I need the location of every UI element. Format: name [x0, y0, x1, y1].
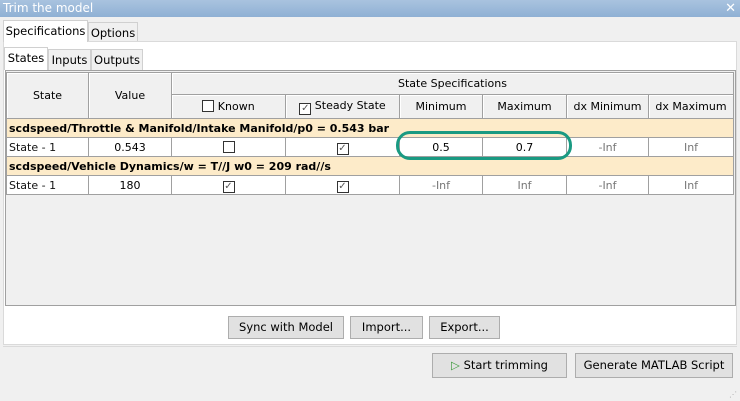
dx-minimum-cell[interactable]: -Inf: [566, 137, 649, 157]
header-state[interactable]: State: [6, 72, 89, 119]
start-trimming-button[interactable]: ▷ Start trimming: [432, 353, 567, 378]
value-cell[interactable]: 180: [88, 175, 172, 195]
dx-maximum-cell[interactable]: Inf: [648, 175, 734, 195]
value-cell[interactable]: 0.543: [88, 137, 172, 157]
header-maximum[interactable]: Maximum: [482, 94, 567, 119]
table-row: State - 1 180 ✓ ✓ -Inf Inf -Inf Inf: [6, 175, 734, 195]
start-trimming-label: Start trimming: [463, 358, 548, 372]
close-icon[interactable]: ✕: [725, 0, 736, 17]
header-steady-state[interactable]: ✓ Steady State: [285, 94, 400, 119]
steady-cell[interactable]: ✓: [285, 175, 400, 195]
header-known-label: Known: [217, 100, 255, 113]
tab-states[interactable]: States: [4, 47, 48, 70]
tab-outputs[interactable]: Outputs: [91, 49, 143, 70]
generate-matlab-script-button[interactable]: Generate MATLAB Script: [575, 353, 733, 378]
known-checkbox[interactable]: [222, 140, 235, 153]
group-row: scdspeed/Throttle & Manifold/Intake Mani…: [6, 118, 734, 138]
header-dx-minimum[interactable]: dx Minimum: [566, 94, 649, 119]
tab-options[interactable]: Options: [88, 22, 138, 42]
import-button[interactable]: Import...: [350, 316, 423, 339]
minimum-cell[interactable]: 0.5: [399, 137, 483, 157]
header-state-specifications: State Specifications: [171, 72, 734, 95]
play-icon: ▷: [451, 358, 460, 372]
steady-all-checkbox[interactable]: ✓: [299, 102, 312, 115]
export-button[interactable]: Export...: [429, 316, 500, 339]
header-steady-label: Steady State: [314, 98, 386, 112]
group-row: scdspeed/Vehicle Dynamics/w = T//J w0 = …: [6, 156, 734, 176]
known-checkbox[interactable]: ✓: [222, 181, 235, 193]
table-row: State - 1 0.543 ✓ 0.5 0.7 -Inf Inf: [6, 137, 734, 157]
maximum-cell[interactable]: Inf: [482, 175, 567, 195]
sync-with-model-button[interactable]: Sync with Model: [228, 316, 344, 339]
window-title: Trim the model: [3, 1, 94, 15]
tab-inputs[interactable]: Inputs: [48, 49, 91, 70]
steady-cell[interactable]: ✓: [285, 137, 400, 157]
header-minimum[interactable]: Minimum: [399, 94, 483, 119]
resize-grip-icon[interactable]: ⋰: [729, 390, 737, 399]
dx-minimum-cell[interactable]: -Inf: [566, 175, 649, 195]
steady-checkbox[interactable]: ✓: [336, 143, 349, 155]
known-all-checkbox[interactable]: [202, 100, 215, 112]
header-value[interactable]: Value: [88, 72, 172, 119]
state-cell: State - 1: [6, 175, 89, 195]
state-cell: State - 1: [6, 137, 89, 157]
divider: [3, 346, 737, 347]
states-table: State Value State Specifications Known ✓…: [6, 72, 734, 195]
header-known[interactable]: Known: [171, 94, 286, 119]
dx-maximum-cell[interactable]: Inf: [648, 137, 734, 157]
title-bar: Trim the model: [0, 0, 740, 17]
maximum-cell[interactable]: 0.7: [482, 137, 567, 157]
tab-specifications[interactable]: Specifications: [3, 20, 88, 42]
steady-checkbox[interactable]: ✓: [336, 181, 349, 193]
known-cell[interactable]: [171, 137, 286, 157]
known-cell[interactable]: ✓: [171, 175, 286, 195]
header-dx-maximum[interactable]: dx Maximum: [648, 94, 734, 119]
minimum-cell[interactable]: -Inf: [399, 175, 483, 195]
